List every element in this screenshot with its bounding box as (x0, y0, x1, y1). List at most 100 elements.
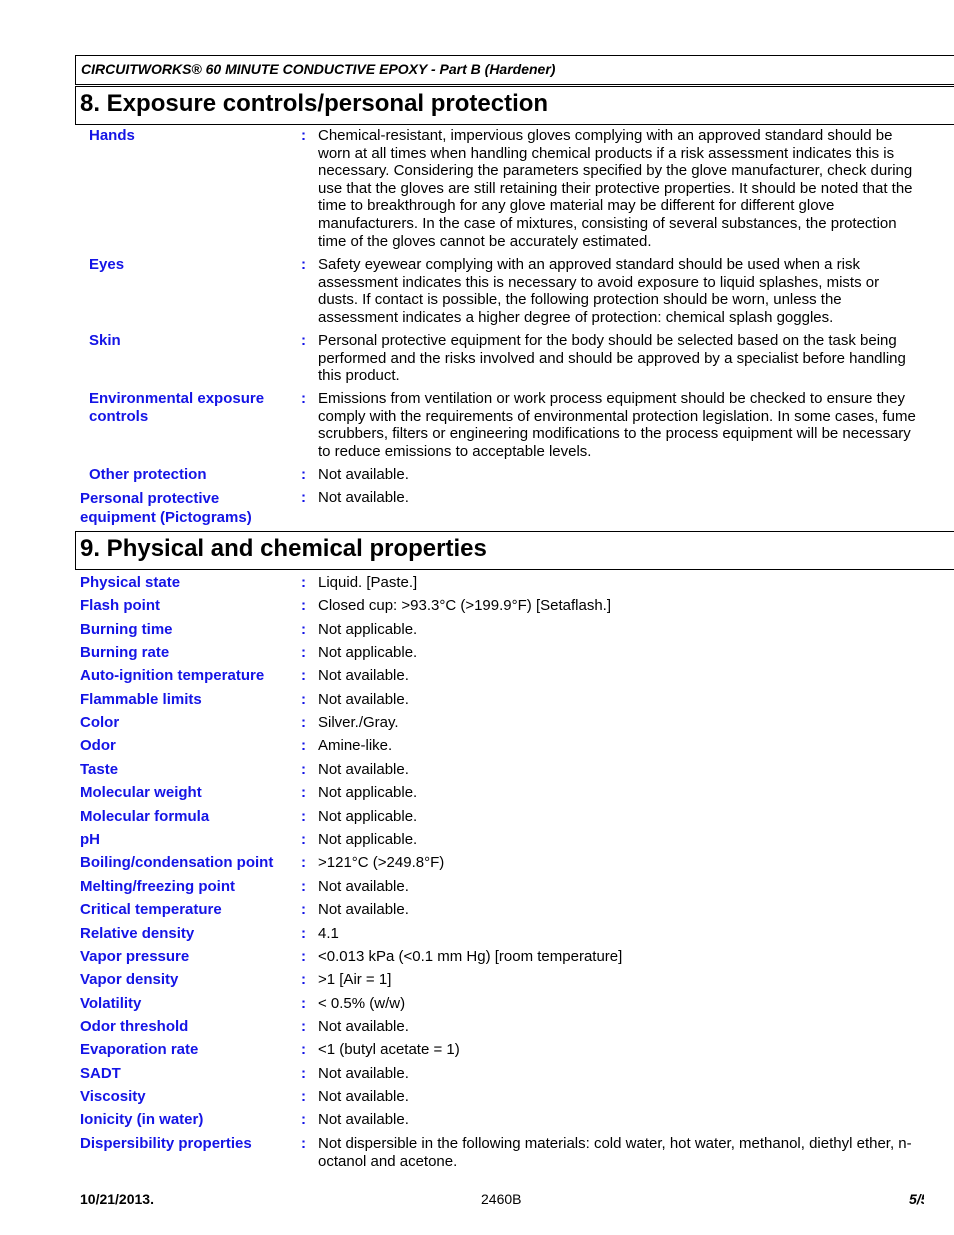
property-label: Odor threshold (80, 1018, 189, 1035)
property-label: Critical temperature (80, 901, 222, 918)
property-label: Viscosity (80, 1088, 146, 1105)
property-value: Not available. (318, 667, 409, 684)
colon-separator: : (301, 737, 306, 754)
property-value: <0.013 kPa (<0.1 mm Hg) [room temperatur… (318, 948, 623, 965)
property-label: Hands (89, 127, 135, 144)
colon-separator: : (301, 644, 306, 661)
section-9-header: 9. Physical and chemical properties (75, 531, 954, 570)
property-label: Auto-ignition temperature (80, 667, 265, 684)
section-8-header: 8. Exposure controls/personal protection (75, 84, 954, 125)
colon-separator: : (301, 1088, 306, 1105)
section-8-title: 8. Exposure controls/personal protection (80, 90, 549, 117)
property-label: Molecular formula (80, 808, 210, 825)
property-label: Burning rate (80, 644, 170, 661)
footer-product-code: 2460B (481, 1191, 522, 1207)
colon-separator: : (301, 925, 306, 942)
colon-separator: : (301, 995, 306, 1012)
colon-separator: : (301, 948, 306, 965)
property-value: Silver./Gray. (318, 714, 399, 731)
colon-separator: : (301, 831, 306, 848)
property-value: Not available. (318, 1088, 409, 1105)
colon-separator: : (301, 597, 306, 614)
property-label: Color (80, 714, 120, 731)
property-label: Melting/freezing point (80, 878, 235, 895)
property-value: < 0.5% (w/w) (318, 995, 406, 1012)
property-value: Not applicable. (318, 784, 418, 801)
property-value: Not available. (318, 1111, 409, 1128)
property-label: Physical state (80, 574, 181, 591)
property-value: Not available. (318, 901, 409, 918)
property-value: Liquid. [Paste.] (318, 574, 418, 591)
colon-separator: : (301, 489, 306, 506)
property-label: Ionicity (in water) (80, 1111, 204, 1128)
colon-separator: : (301, 854, 306, 871)
property-value: Not available. (318, 489, 409, 506)
property-label: Dispersibility properties (80, 1135, 252, 1152)
property-value: 4.1 (318, 925, 339, 942)
colon-separator: : (301, 808, 306, 825)
property-value: Not applicable. (318, 808, 418, 825)
product-title: CIRCUITWORKS® 60 MINUTE CONDUCTIVE EPOXY… (81, 61, 556, 77)
colon-separator: : (301, 1065, 306, 1082)
property-value: Not applicable. (318, 644, 418, 661)
colon-separator: : (301, 1135, 306, 1152)
property-label: Vapor density (80, 971, 179, 988)
property-value: Not available. (318, 466, 409, 483)
property-label: Flash point (80, 597, 160, 614)
property-label: Volatility (80, 995, 142, 1012)
colon-separator: : (301, 714, 306, 731)
property-label: Vapor pressure (80, 948, 190, 965)
property-value: Not available. (318, 1018, 409, 1035)
colon-separator: : (301, 691, 306, 708)
colon-separator: : (301, 971, 306, 988)
property-label: Odor (80, 737, 116, 754)
property-value: Not applicable. (318, 831, 418, 848)
property-label: Environmental exposure controls (89, 390, 265, 425)
property-label: SADT (80, 1065, 121, 1082)
colon-separator: : (301, 878, 306, 895)
property-label: Flammable limits (80, 691, 202, 708)
property-value: >121°C (>249.8°F) (318, 854, 445, 871)
property-label: Molecular weight (80, 784, 202, 801)
property-value: Amine-like. (318, 737, 393, 754)
colon-separator: : (301, 621, 306, 638)
property-value: Closed cup: >93.3°C (>199.9°F) [Setaflas… (318, 597, 611, 614)
property-label: Relative density (80, 925, 195, 942)
colon-separator: : (301, 761, 306, 778)
colon-separator: : (301, 390, 306, 407)
property-value: Not available. (318, 1065, 409, 1082)
property-label: Eyes (89, 256, 125, 273)
colon-separator: : (301, 667, 306, 684)
property-value: Safety eyewear complying with an approve… (318, 256, 880, 326)
property-label: Burning time (80, 621, 173, 638)
property-value: <1 (butyl acetate = 1) (318, 1041, 460, 1058)
property-value: Not available. (318, 691, 409, 708)
colon-separator: : (301, 1111, 306, 1128)
property-label: pH (80, 831, 100, 848)
property-value: Not available. (318, 761, 409, 778)
property-value: >1 [Air = 1] (318, 971, 392, 988)
colon-separator: : (301, 784, 306, 801)
property-label: Skin (89, 332, 121, 349)
section-9-title: 9. Physical and chemical properties (80, 535, 487, 562)
document-header: CIRCUITWORKS® 60 MINUTE CONDUCTIVE EPOXY… (75, 55, 954, 85)
colon-separator: : (301, 1041, 306, 1058)
colon-separator: : (301, 332, 306, 349)
property-value: Personal protective equipment for the bo… (318, 332, 906, 385)
colon-separator: : (301, 127, 306, 144)
property-value: Emissions from ventilation or work proce… (318, 390, 916, 460)
property-label: Taste (80, 761, 119, 778)
colon-separator: : (301, 1018, 306, 1035)
footer-date: 10/21/2013. (80, 1191, 154, 1207)
property-value: Not available. (318, 878, 409, 895)
colon-separator: : (301, 901, 306, 918)
property-value: Chemical-resistant, impervious gloves co… (318, 127, 913, 250)
property-label: Other protection (89, 466, 207, 483)
property-value: Not dispersible in the following materia… (318, 1135, 912, 1170)
property-label: Personal protective equipment (Pictogram… (80, 490, 252, 526)
colon-separator: : (301, 574, 306, 591)
sds-page: CIRCUITWORKS® 60 MINUTE CONDUCTIVE EPOXY… (0, 0, 954, 1235)
footer-page-number: 5/5 (909, 1191, 924, 1207)
property-label: Evaporation rate (80, 1041, 199, 1058)
property-value: Not applicable. (318, 621, 418, 638)
